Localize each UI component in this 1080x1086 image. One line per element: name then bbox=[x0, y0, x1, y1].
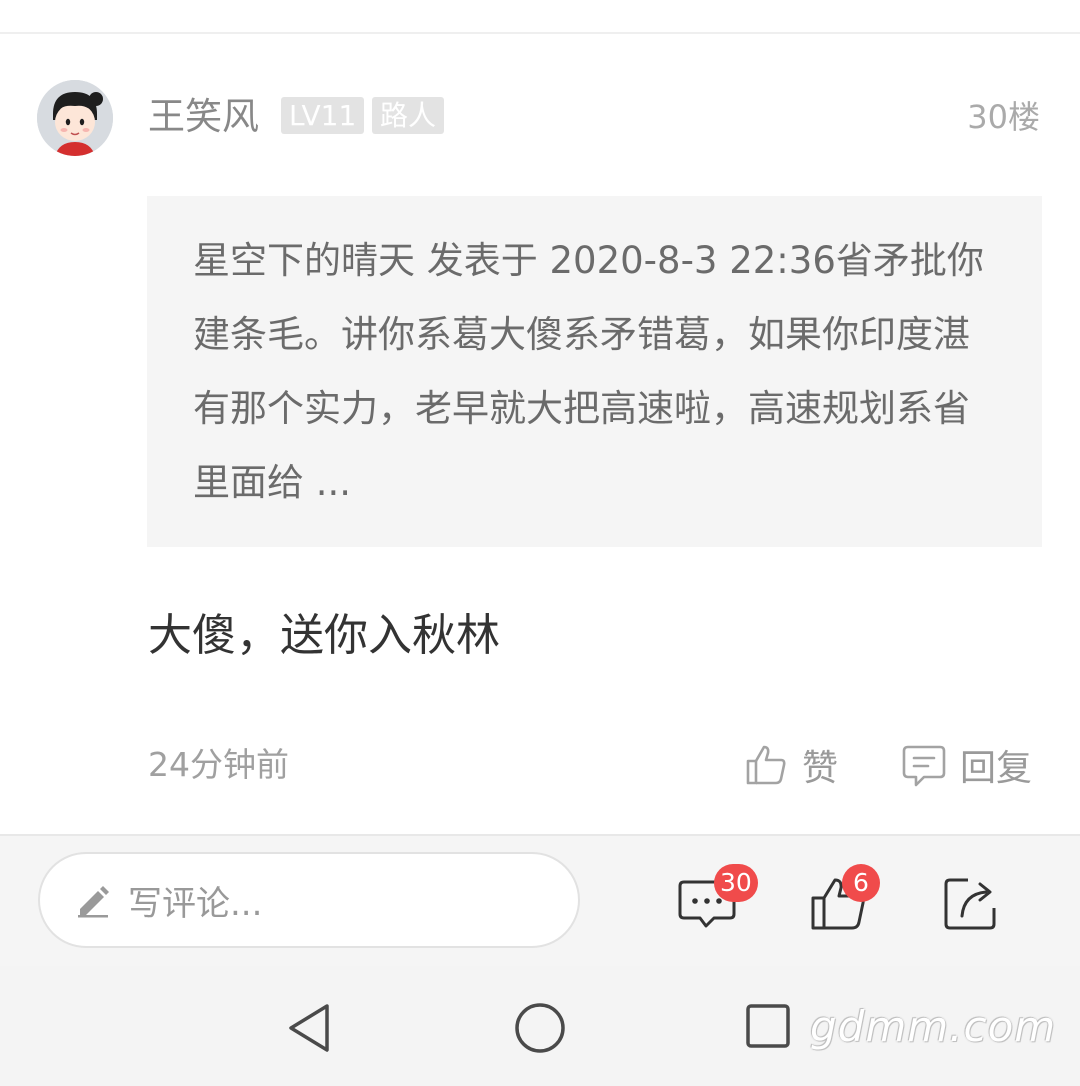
quoted-post[interactable]: 星空下的晴天 发表于 2020-8-3 22:36省矛批你建条毛。讲你系葛大傻系… bbox=[147, 196, 1042, 547]
nav-recent-button[interactable] bbox=[742, 1000, 798, 1056]
comment-count-badge: 30 bbox=[714, 864, 758, 902]
pencil-icon bbox=[78, 886, 109, 918]
role-badge: 路人 bbox=[372, 97, 445, 134]
nav-home-button[interactable] bbox=[512, 1000, 568, 1056]
watermark: gdmm.com bbox=[810, 1002, 1057, 1051]
quoted-post-text: 星空下的晴天 发表于 2020-8-3 22:36省矛批你建条毛。讲你系葛大傻系… bbox=[193, 239, 984, 504]
circle-home-icon bbox=[515, 1003, 565, 1053]
like-button[interactable]: 赞 bbox=[742, 740, 838, 790]
username[interactable]: 王笑风 bbox=[148, 95, 259, 139]
comment-input-placeholder: 写评论... bbox=[128, 883, 263, 924]
comment-text: 大傻，送你入秋林 bbox=[148, 610, 500, 661]
share-button[interactable] bbox=[940, 872, 1002, 934]
comment-bubble-icon bbox=[902, 745, 946, 787]
comment-item: 王笑风 LV11 路人 30楼 星空下的晴天 发表于 2020-8-3 22:3… bbox=[0, 0, 1080, 800]
nav-back-button[interactable] bbox=[283, 1000, 339, 1056]
user-avatar[interactable] bbox=[37, 80, 113, 156]
level-badge: LV11 bbox=[281, 97, 365, 134]
thumb-up-icon bbox=[746, 745, 786, 785]
comment-time: 24分钟前 bbox=[148, 745, 289, 784]
share-icon bbox=[944, 878, 996, 930]
system-nav-bar: gdmm.com bbox=[0, 966, 1080, 1086]
comment-input[interactable]: 写评论... bbox=[38, 852, 580, 948]
likes-button[interactable]: 6 bbox=[808, 864, 880, 934]
like-label: 赞 bbox=[802, 748, 839, 789]
triangle-back-icon bbox=[289, 1004, 329, 1052]
floor-number: 30楼 bbox=[967, 98, 1040, 136]
comment-input-bar: 写评论... 30 6 bbox=[0, 836, 1080, 966]
reply-button[interactable]: 回复 bbox=[900, 740, 1032, 790]
like-count-badge: 6 bbox=[842, 864, 880, 902]
reply-label: 回复 bbox=[960, 748, 1033, 789]
cartoon-avatar-icon bbox=[37, 80, 113, 156]
square-recent-icon bbox=[746, 1004, 790, 1048]
comments-button[interactable]: 30 bbox=[676, 864, 758, 934]
